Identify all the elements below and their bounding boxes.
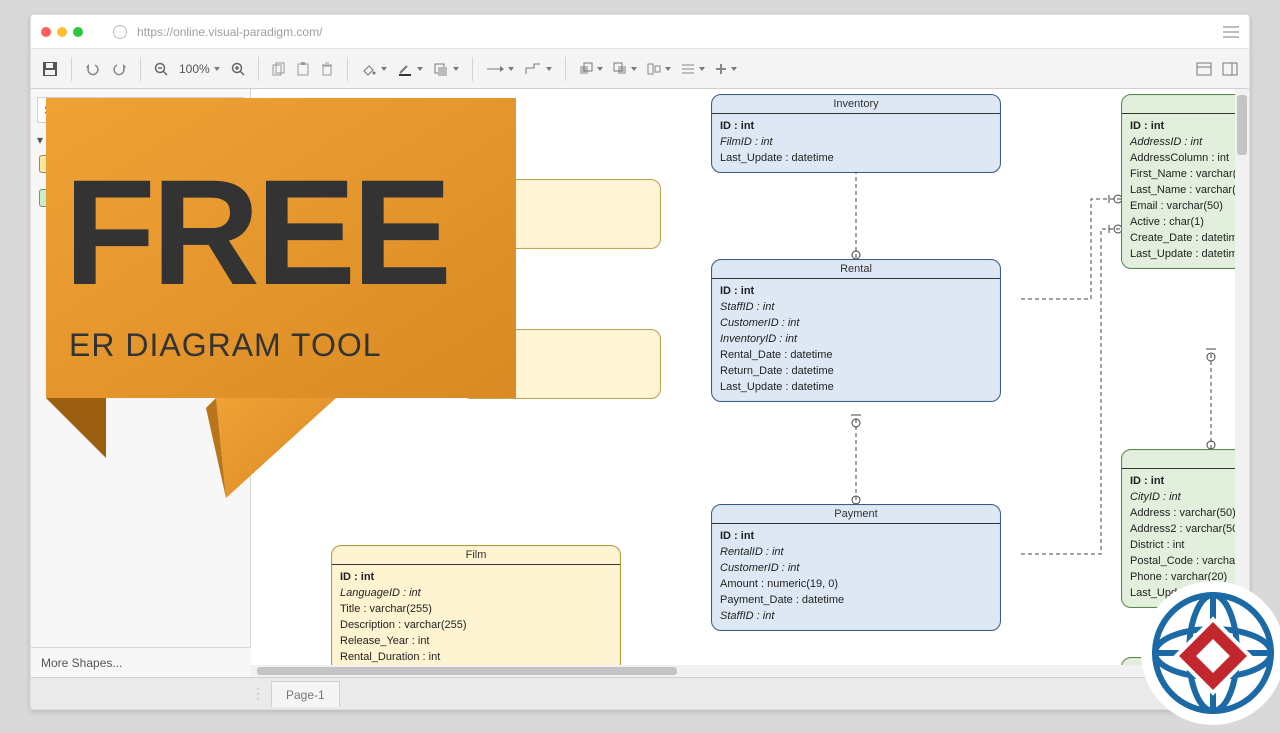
entity-column: ID : int xyxy=(1130,473,1249,489)
format-panel-button[interactable] xyxy=(1191,58,1217,80)
entity-column: Amount : numeric(19, 0) xyxy=(720,576,992,592)
page-tab[interactable]: Page-1 xyxy=(271,681,340,707)
search-input[interactable] xyxy=(37,97,244,123)
entity-column: Title : varchar(255) xyxy=(340,601,612,617)
redo-button[interactable] xyxy=(106,58,132,80)
entity-column: CityID : int xyxy=(1130,489,1249,505)
entity-shape-green[interactable] xyxy=(39,189,67,207)
entity-column: Return_Date : datetime xyxy=(720,363,992,379)
waypoint-button[interactable] xyxy=(519,58,557,80)
entity-column: ID : int xyxy=(720,283,992,299)
entity-title: Inventory xyxy=(712,95,1000,114)
shapes-sidebar: ▾ Entity Relationship xyxy=(31,89,251,677)
entity-rental[interactable]: Rental ID : intStaffID : intCustomerID :… xyxy=(711,259,1001,402)
entity-column: ID : int xyxy=(1130,118,1249,134)
entity-column: AddressID : int xyxy=(1130,134,1249,150)
entity-column: Payment_Date : datetime xyxy=(720,592,992,608)
entity-title: Address xyxy=(1122,450,1249,469)
entity-column: RentalID : int xyxy=(720,544,992,560)
brand-logo-icon xyxy=(1138,578,1280,728)
entity-column: First_Name : varchar(255) xyxy=(1130,166,1249,182)
entity-column: ID : int xyxy=(720,118,992,134)
horizontal-scrollbar[interactable] xyxy=(251,665,1235,677)
to-back-button[interactable] xyxy=(608,58,642,80)
more-shapes-button[interactable]: More Shapes... xyxy=(31,647,251,677)
entity-column: InventoryID : int xyxy=(720,331,992,347)
entity-column: Address : varchar(50) xyxy=(1130,505,1249,521)
category-header[interactable]: ▾ Entity Relationship xyxy=(37,133,244,147)
paste-button[interactable] xyxy=(291,58,315,80)
browser-chrome: https://online.visual-paradigm.com/ xyxy=(31,15,1249,49)
connector-style-button[interactable] xyxy=(481,59,519,79)
entity-hidden-1[interactable] xyxy=(461,179,661,249)
chevron-down-icon xyxy=(214,67,220,71)
entity-hidden-2[interactable] xyxy=(461,329,661,399)
entity-column: Last_Name : varchar(255) xyxy=(1130,182,1249,198)
zoom-level[interactable]: 100% xyxy=(179,62,220,76)
entity-film[interactable]: Film ID : intLanguageID : intTitle : var… xyxy=(331,545,621,677)
entity-inventory[interactable]: Inventory ID : intFilmID : intLast_Updat… xyxy=(711,94,1001,173)
entity-column: Last_Update : datetime xyxy=(720,150,992,166)
entity-title: Payment xyxy=(712,505,1000,524)
entity-column: ID : int xyxy=(340,569,612,585)
undo-button[interactable] xyxy=(80,58,106,80)
entity-column: Create_Date : datetime xyxy=(1130,230,1249,246)
entity-customer[interactable]: Customer ID : intAddressID : intAddressC… xyxy=(1121,94,1249,269)
entity-column: Rental_Duration : int xyxy=(340,649,612,665)
entity-column: Last_Update : datetime xyxy=(720,379,992,395)
footer: ⋮ Page-1 xyxy=(31,677,1249,709)
delete-button[interactable] xyxy=(315,58,339,80)
entity-column: Release_Year : int xyxy=(340,633,612,649)
category-label: Entity Relationship xyxy=(47,133,146,147)
shadow-button[interactable] xyxy=(428,58,464,80)
entity-payment[interactable]: Payment ID : intRentalID : intCustomerID… xyxy=(711,504,1001,631)
entity-title: Rental xyxy=(712,260,1000,279)
zoom-in-button[interactable] xyxy=(226,58,250,80)
entity-column: AddressColumn : int xyxy=(1130,150,1249,166)
entity-column: Address2 : varchar(50) xyxy=(1130,521,1249,537)
add-button[interactable] xyxy=(710,59,742,79)
drag-handle-icon[interactable]: ⋮ xyxy=(251,685,265,702)
entity-column: CustomerID : int xyxy=(720,560,992,576)
entity-column: Last_Update : datetime xyxy=(1130,246,1249,262)
save-button[interactable] xyxy=(37,57,63,81)
outline-panel-button[interactable] xyxy=(1217,58,1243,80)
align-button[interactable] xyxy=(642,58,676,80)
site-info-icon[interactable] xyxy=(113,25,127,39)
window-maximize-icon[interactable] xyxy=(73,27,83,37)
diagram-canvas[interactable]: Inventory ID : intFilmID : intLast_Updat… xyxy=(251,89,1249,677)
entity-column: Active : char(1) xyxy=(1130,214,1249,230)
window-close-icon[interactable] xyxy=(41,27,51,37)
entity-shape-yellow[interactable] xyxy=(39,155,67,173)
entity-column: StaffID : int xyxy=(720,608,992,624)
entity-title: Customer xyxy=(1122,95,1249,114)
entity-column: Rental_Date : datetime xyxy=(720,347,992,363)
zoom-out-button[interactable] xyxy=(149,58,173,80)
copy-button[interactable] xyxy=(267,58,291,80)
entity-column: District : int xyxy=(1130,537,1249,553)
entity-column: StaffID : int xyxy=(720,299,992,315)
hamburger-icon[interactable] xyxy=(1223,26,1239,38)
window-minimize-icon[interactable] xyxy=(57,27,67,37)
address-bar[interactable]: https://online.visual-paradigm.com/ xyxy=(137,25,322,39)
distribute-button[interactable] xyxy=(676,58,710,80)
toolbar: 100% xyxy=(31,49,1249,89)
zoom-value: 100% xyxy=(179,62,210,76)
entity-column: Postal_Code : varchar(10) xyxy=(1130,553,1249,569)
entity-title: Film xyxy=(332,546,620,565)
app-window: https://online.visual-paradigm.com/ 100% xyxy=(30,14,1250,710)
fill-color-button[interactable] xyxy=(356,58,392,80)
entity-column: ID : int xyxy=(720,528,992,544)
entity-column: FilmID : int xyxy=(720,134,992,150)
entity-column: Email : varchar(50) xyxy=(1130,198,1249,214)
to-front-button[interactable] xyxy=(574,58,608,80)
entity-column: CustomerID : int xyxy=(720,315,992,331)
line-color-button[interactable] xyxy=(392,58,428,80)
entity-column: Description : varchar(255) xyxy=(340,617,612,633)
entity-column: LanguageID : int xyxy=(340,585,612,601)
